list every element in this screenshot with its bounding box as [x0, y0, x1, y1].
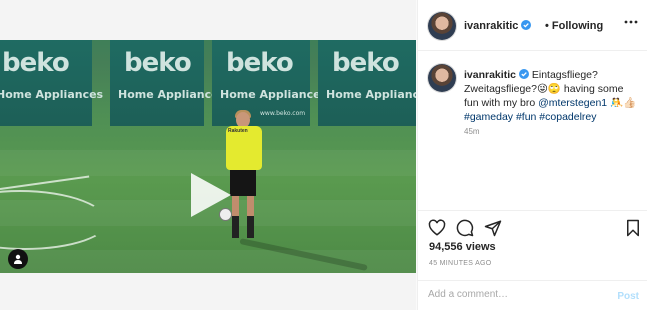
post-caption: ivanrakitic Eintagsfliege? Zweitagsflieg… — [464, 68, 640, 124]
post-panel: ivanrakitic • Following ivanrakitic Eint… — [417, 0, 647, 310]
board-logo: beko — [332, 48, 400, 78]
board-subtitle: Home Appliances — [220, 88, 328, 101]
caption-text: fun with my bro — [464, 97, 539, 109]
share-icon[interactable] — [484, 219, 502, 237]
board-logo: beko — [124, 48, 192, 78]
post-media: beko Home Appliances beko Home Appliance… — [0, 0, 416, 310]
post-comment-button[interactable]: Post — [617, 291, 639, 302]
action-bar — [418, 210, 647, 244]
board-logo: beko — [2, 48, 70, 78]
board-subtitle: Home Appliances — [0, 88, 104, 101]
ad-board: beko Home Appliances — [110, 40, 225, 126]
view-count[interactable]: 94,556 views — [429, 241, 496, 253]
play-icon[interactable] — [187, 171, 233, 219]
username-text[interactable]: ivanrakitic — [464, 20, 518, 32]
follow-status[interactable]: • Following — [545, 20, 603, 32]
comment-bar: Post — [418, 280, 647, 310]
caption-text: Eintagsfliege? — [531, 69, 598, 81]
comment-icon[interactable] — [456, 219, 474, 237]
comment-input[interactable] — [428, 289, 598, 300]
ad-board: beko Home Appliances — [318, 40, 416, 126]
post-timestamp: 45 MINUTES AGO — [429, 260, 492, 267]
shirt-sponsor: Rakuten — [228, 128, 248, 134]
verified-badge-icon — [521, 20, 532, 30]
more-options-icon[interactable] — [624, 19, 638, 25]
caption-timestamp: 45m — [464, 127, 480, 136]
caption-avatar[interactable] — [428, 64, 456, 92]
video-player[interactable]: beko Home Appliances beko Home Appliance… — [0, 40, 416, 273]
separator-dot: • — [545, 20, 549, 32]
following-button[interactable]: Following — [552, 20, 603, 32]
caption-emoji: 🤼👍🏻 — [607, 97, 637, 109]
hashtag-links[interactable]: #gameday #fun #copadelrey — [464, 110, 640, 124]
username-link[interactable]: ivanrakitic — [464, 20, 532, 32]
caption-username[interactable]: ivanrakitic — [464, 69, 516, 81]
ad-board: beko Home Appliances — [0, 40, 103, 126]
verified-badge-icon — [518, 69, 529, 79]
caption-line: ivanrakitic Eintagsfliege? — [464, 68, 640, 82]
bookmark-icon[interactable] — [624, 219, 642, 237]
caption-line: fun with my bro @mterstegen1 🤼👍🏻 — [464, 96, 640, 110]
pitch-line — [0, 175, 90, 190]
board-subtitle: Home Appliances — [118, 88, 226, 101]
board-subtitle: Home Appliances — [326, 88, 416, 101]
avatar[interactable] — [428, 12, 456, 40]
heart-icon[interactable] — [428, 219, 446, 237]
caption-text: Zweitagsfliege?😜🙄 having some — [464, 83, 624, 95]
board-logo: beko — [226, 48, 294, 78]
user-tag-icon[interactable] — [8, 249, 28, 269]
mention-link[interactable]: @mterstegen1 — [538, 97, 607, 109]
post-header: ivanrakitic • Following — [418, 0, 647, 51]
